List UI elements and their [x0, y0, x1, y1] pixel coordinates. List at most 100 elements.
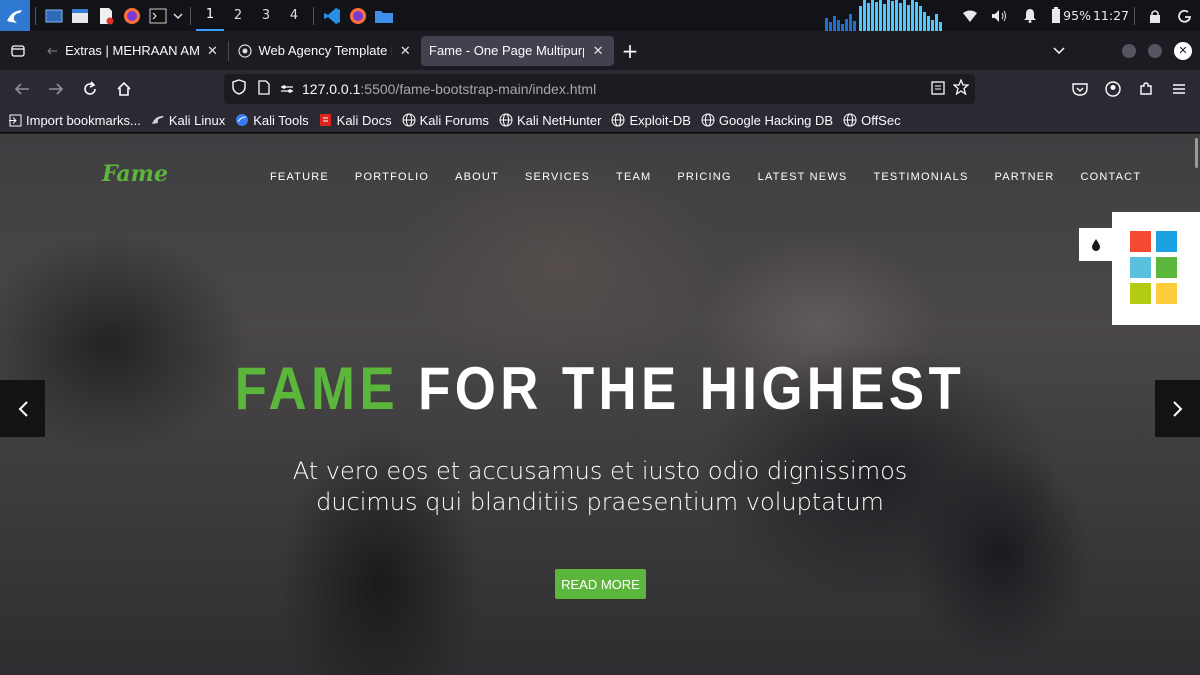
bookmark-google-hacking-db[interactable]: Google Hacking DB [701, 113, 833, 128]
workspace-4[interactable]: 4 [280, 0, 308, 31]
tab-overview-icon[interactable] [0, 31, 36, 70]
menu-item-services[interactable]: SERVICES [512, 171, 603, 183]
menu-item-feature[interactable]: FEATURE [257, 171, 342, 183]
page-scrollbar-thumb[interactable] [1195, 138, 1198, 168]
chevron-left-icon [18, 400, 28, 417]
color-swatch-yellow[interactable] [1156, 283, 1177, 304]
workspace-3[interactable]: 3 [252, 0, 280, 31]
menu-item-pricing[interactable]: PRICING [664, 171, 744, 183]
bookmark-label: Kali Tools [253, 112, 309, 128]
bookmark-exploit-db[interactable]: Exploit-DB [611, 112, 691, 128]
back-arrow-icon[interactable] [6, 73, 38, 105]
menu-item-contact[interactable]: CONTACT [1068, 171, 1155, 183]
tab-extras[interactable]: Extras | MEHRAAN AMIN ✕ [36, 36, 228, 66]
notification-bell-icon[interactable] [1015, 0, 1045, 31]
vscode-icon[interactable] [319, 0, 345, 31]
droplet-icon [1091, 239, 1100, 251]
folder-icon[interactable] [371, 0, 397, 31]
cpu-usage-graph [825, 0, 955, 31]
hamburger-menu-icon[interactable] [1163, 73, 1194, 105]
color-swatch-lime[interactable] [1130, 283, 1151, 304]
chevron-down-icon[interactable] [171, 0, 185, 31]
battery-indicator[interactable]: 95% 11:27 [1045, 0, 1129, 31]
extensions-icon[interactable] [1130, 73, 1161, 105]
window-close-button[interactable]: ✕ [1174, 41, 1192, 60]
list-all-tabs-chevron-icon[interactable] [1050, 46, 1068, 55]
lock-screen-icon[interactable] [1140, 0, 1170, 31]
power-icon[interactable] [1170, 0, 1200, 31]
file-manager-icon[interactable] [67, 0, 93, 31]
shield-icon[interactable] [232, 79, 246, 99]
reader-view-icon[interactable] [931, 80, 945, 99]
globe-icon [499, 113, 513, 127]
tab-title: Web Agency Template De [258, 43, 391, 58]
carousel-prev-button[interactable] [0, 380, 45, 437]
address-bar[interactable]: 127.0.0.1:5500/fame-bootstrap-main/index… [224, 74, 975, 104]
carousel-next-button[interactable] [1155, 380, 1200, 437]
clock[interactable]: 11:27 [1093, 8, 1129, 23]
url-text[interactable]: 127.0.0.1:5500/fame-bootstrap-main/index… [302, 81, 596, 97]
menu-item-team[interactable]: TEAM [603, 171, 664, 183]
workspace-2[interactable]: 2 [224, 0, 252, 31]
new-tab-button[interactable]: + [614, 36, 646, 66]
tab-web-agency[interactable]: Web Agency Template De ✕ [229, 36, 421, 66]
minimize-button[interactable] [1122, 43, 1136, 58]
page-info-icon[interactable] [258, 79, 270, 99]
reload-icon[interactable] [74, 73, 106, 105]
kali-tools-icon [235, 113, 249, 127]
menu-item-testimonials[interactable]: TESTIMONIALS [860, 171, 981, 183]
taskbar-separator [1134, 6, 1135, 25]
bookmark-kali-nethunter[interactable]: Kali NetHunter [499, 112, 602, 128]
read-more-button[interactable]: READ MORE [555, 569, 646, 599]
menu-item-partner[interactable]: PARTNER [982, 171, 1068, 183]
firefox-launcher-icon[interactable] [119, 0, 145, 31]
kali-menu-button[interactable] [0, 0, 30, 31]
bookmark-kali-linux[interactable]: Kali Linux [151, 113, 225, 128]
home-icon[interactable] [108, 73, 140, 105]
bookmark-import[interactable]: Import bookmarks... [8, 113, 141, 128]
menu-item-about[interactable]: ABOUT [442, 171, 512, 183]
battery-percent: 95% [1063, 8, 1091, 23]
bookmark-star-icon[interactable] [952, 78, 970, 99]
site-menu: FEATURE PORTFOLIO ABOUT SERVICES TEAM PR… [257, 171, 1154, 183]
color-swatch-green[interactable] [1156, 257, 1177, 278]
volume-icon[interactable] [985, 0, 1015, 31]
close-icon[interactable]: ✕ [590, 43, 606, 59]
color-swatch-blue[interactable] [1156, 231, 1177, 252]
bookmark-kali-docs[interactable]: Kali Docs [319, 113, 392, 128]
workspace-1[interactable]: 1 [196, 0, 224, 31]
terminal-icon[interactable] [145, 0, 171, 31]
color-switcher-toggle[interactable] [1079, 228, 1112, 261]
bookmark-label: Exploit-DB [629, 112, 691, 128]
globe-icon [402, 113, 416, 127]
maximize-button[interactable] [1148, 43, 1162, 58]
bookmark-kali-tools[interactable]: Kali Tools [235, 112, 309, 128]
color-swatch-red[interactable] [1130, 231, 1151, 252]
bookmark-label: Kali Docs [336, 112, 392, 128]
show-desktop-icon[interactable] [41, 0, 67, 31]
globe-icon [701, 113, 715, 127]
bookmark-kali-forums[interactable]: Kali Forums [402, 113, 489, 128]
account-icon[interactable] [1097, 73, 1128, 105]
close-icon[interactable]: ✕ [398, 43, 413, 59]
globe-icon [611, 113, 625, 127]
wifi-icon[interactable] [955, 0, 985, 31]
bookmark-label: Kali NetHunter [516, 112, 602, 128]
url-host: 127.0.0.1 [302, 81, 361, 97]
connection-icon[interactable] [280, 80, 294, 99]
tab-fame[interactable]: Fame - One Page Multipurpo ✕ [421, 35, 614, 66]
pocket-icon[interactable] [1064, 73, 1095, 105]
taskbar-separator [35, 6, 36, 25]
forward-arrow-icon[interactable] [40, 73, 72, 105]
color-swatch-light-blue[interactable] [1130, 257, 1151, 278]
kali-dragon-icon [151, 113, 165, 127]
bookmark-label: Google Hacking DB [718, 112, 834, 128]
menu-item-latest-news[interactable]: LATEST NEWS [745, 171, 861, 183]
firefox-window-icon[interactable] [345, 0, 371, 31]
text-editor-icon[interactable] [93, 0, 119, 31]
globe-icon [843, 113, 857, 127]
site-logo[interactable]: Fame [102, 161, 168, 187]
menu-item-portfolio[interactable]: PORTFOLIO [342, 171, 442, 183]
bookmark-offsec[interactable]: OffSec [843, 113, 901, 128]
close-icon[interactable]: ✕ [205, 43, 220, 59]
